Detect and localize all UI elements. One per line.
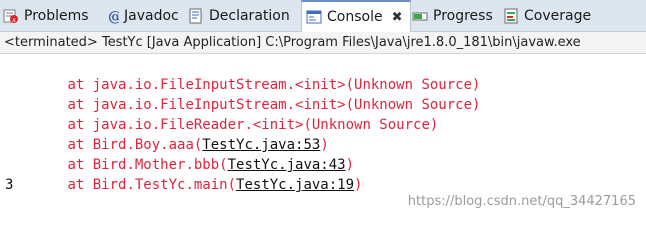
javadoc-icon: @ <box>103 8 122 25</box>
console-icon <box>306 9 322 25</box>
stack-trace-line: at java.io.FileReader.<init>(Unknown Sou… <box>67 117 439 133</box>
problems-icon: x <box>3 8 19 24</box>
stack-trace-line: at java.io.FileInputStream.<init>(Unknow… <box>67 97 481 113</box>
tab-console[interactable]: Console ✖ <box>301 0 412 32</box>
tab-problems-label: Problems <box>24 7 89 24</box>
tab-declaration[interactable]: Declaration <box>188 0 290 31</box>
console-status-line: <terminated> TestYc [Java Application] C… <box>0 32 646 54</box>
tab-coverage[interactable]: Coverage <box>503 0 591 31</box>
stack-trace-line: at java.io.FileInputStream.<init>(Unknow… <box>67 77 481 93</box>
stack-trace-line: at Bird.Mother.bbb(TestYc.java:43) <box>67 157 355 173</box>
coverage-icon <box>503 8 519 24</box>
program-output-line: 3 <box>5 177 14 193</box>
stack-trace-line: at Bird.TestYc.main(TestYc.java:19) <box>67 177 363 193</box>
close-icon[interactable]: ✖ <box>392 10 403 25</box>
tab-javadoc-label: Javadoc <box>124 7 179 24</box>
svg-text:x: x <box>12 17 16 24</box>
source-link[interactable]: TestYc.java:19 <box>236 177 354 193</box>
view-tab-bar: x Problems @ Javadoc Declaration <box>0 0 646 32</box>
stack-trace-line: at Bird.Boy.aaa(TestYc.java:53) <box>67 137 329 153</box>
tab-console-label: Console <box>327 9 383 25</box>
tab-problems[interactable]: x Problems <box>3 0 89 31</box>
watermark: https://blog.csdn.net/qq_34427165 <box>407 194 636 209</box>
declaration-icon <box>188 8 204 24</box>
tab-progress[interactable]: Progress <box>412 0 493 31</box>
progress-icon <box>412 8 428 24</box>
tab-progress-label: Progress <box>433 7 493 24</box>
tab-coverage-label: Coverage <box>524 7 592 24</box>
tab-declaration-label: Declaration <box>209 7 290 24</box>
svg-text:@: @ <box>108 9 119 24</box>
tab-javadoc[interactable]: @ Javadoc <box>103 0 179 31</box>
